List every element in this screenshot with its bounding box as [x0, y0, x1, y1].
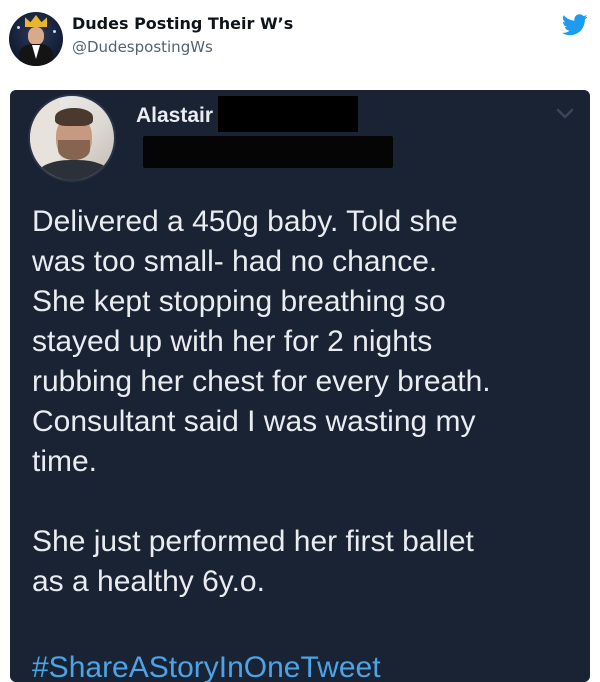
post-hashtag: #ShareAStoryInOneTweet [32, 651, 381, 682]
avatar-face [28, 27, 44, 45]
embedded-post-screenshot: Alastair Delivered a 450g baby. Told she… [10, 90, 590, 682]
redaction-bar [218, 96, 358, 132]
twitter-bird-icon[interactable] [562, 14, 588, 36]
author-avatar [28, 94, 116, 182]
avatar-beard [58, 140, 90, 160]
account-avatar[interactable] [9, 12, 63, 66]
account-name[interactable]: Dudes Posting Their W’s [72, 14, 293, 33]
redaction-bar [143, 136, 393, 168]
avatar-shirt [38, 160, 110, 180]
account-handle[interactable]: @DudespostingWs [72, 38, 213, 56]
post-body-text: Delivered a 450g baby. Told she was too … [32, 205, 491, 598]
sparkle-decoration [17, 26, 20, 29]
crown-icon [25, 15, 47, 27]
chevron-down-icon [556, 108, 574, 119]
author-name: Alastair [136, 104, 214, 127]
avatar-hair [55, 108, 93, 126]
tweet-header: Dudes Posting Their W’s @DudespostingWs [0, 0, 600, 80]
sparkle-decoration [53, 30, 56, 33]
